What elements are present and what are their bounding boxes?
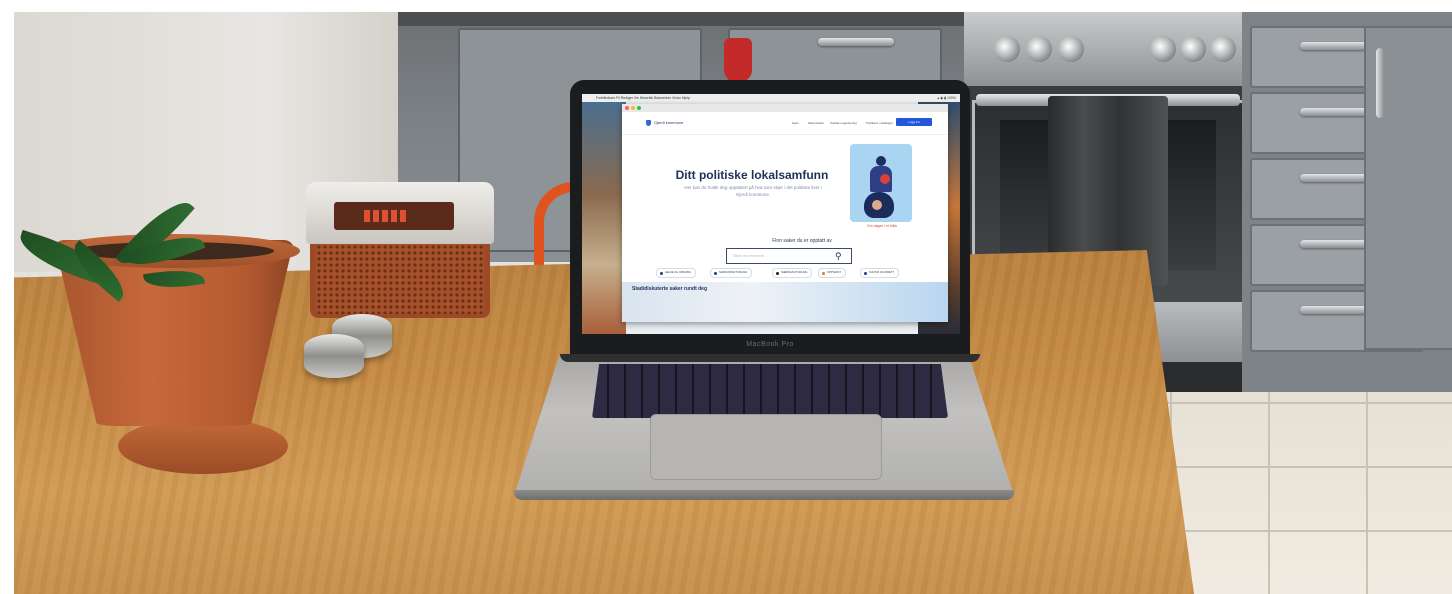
tag-label: NÆRINGSUTVIKLING (781, 271, 808, 274)
site-header: Gjerdi kommune Hjem Møter/saker Politisk… (622, 112, 948, 135)
browser-titlebar (622, 104, 948, 112)
tag-label: KULTUR OG IDRETT (869, 271, 895, 274)
menubar: Forhåndsvis Fil Rediger Vis Historikk Bo… (582, 94, 960, 102)
topic-tag[interactable]: NÆRINGSUTVIKLING (772, 268, 813, 278)
topic-tag[interactable]: HELSE OG OMSORG (656, 268, 696, 278)
search-icon[interactable]: ⚲ (835, 250, 842, 262)
tag-dot (822, 271, 825, 275)
radio-display (334, 202, 454, 230)
oven-knob (1026, 36, 1052, 62)
nav-item[interactable]: Politisk organisering (830, 119, 857, 127)
figure-head (876, 156, 886, 166)
figure-head (880, 174, 890, 184)
login-button[interactable]: Logg inn (896, 118, 932, 126)
topic-tag[interactable]: OPPVEKST (818, 268, 846, 278)
oven-knob (994, 36, 1020, 62)
oven-knob (1210, 36, 1236, 62)
hero-subtitle: Her kan du holde deg oppdatert på hva so… (684, 185, 822, 197)
laptop-hinge (560, 354, 980, 362)
oven-knob (1058, 36, 1084, 62)
radio-speaker-grille (316, 244, 484, 314)
oven-knob (1150, 36, 1176, 62)
browser-window: Gjerdi kommune Hjem Møter/saker Politisk… (622, 104, 948, 322)
metal-weight (304, 334, 364, 378)
illustration-caption[interactable]: Om dagen i et blikk (852, 224, 912, 228)
cabinet-handle (818, 38, 894, 46)
tag-label: SAMFUNNSUTVIKLING (719, 271, 748, 274)
tag-label: HELSE OG OMSORG (665, 271, 691, 274)
photo: MacBook Pro Forhåndsvis Fil Rediger Vis … (14, 12, 1452, 594)
tag-label: OPPVEKST (827, 271, 841, 274)
red-cloth (724, 38, 752, 82)
search-label: Finn saker du er opptatt av (772, 238, 832, 244)
hero-title: Ditt politiske lokalsamfunn (675, 168, 829, 182)
laptop-screen: Forhåndsvis Fil Rediger Vis Historikk Bo… (582, 94, 960, 334)
figure-head (872, 200, 882, 210)
close-icon[interactable] (625, 106, 629, 110)
nav-item[interactable]: Politikere i kataloger (866, 119, 893, 127)
search-placeholder: Skriv inn et emne ... (733, 253, 769, 258)
search-input[interactable]: Skriv inn et emne ... ⚲ (726, 248, 852, 264)
minimize-icon[interactable] (631, 106, 635, 110)
oven-knob (1180, 36, 1206, 62)
laptop-model-label: MacBook Pro (746, 341, 794, 348)
tag-dot (660, 271, 663, 275)
section-heading: Stadidiskuterte saker rundt deg (632, 286, 708, 292)
topic-tag[interactable]: KULTUR OG IDRETT (860, 268, 900, 278)
tag-dot (714, 271, 717, 275)
hero-illustration (850, 144, 912, 222)
menubar-menus[interactable]: Forhåndsvis Fil Rediger Vis Historikk Bo… (596, 94, 690, 102)
cabinet-door (1364, 26, 1452, 350)
pot-saucer (118, 418, 288, 474)
nav-item[interactable]: Hjem (792, 119, 799, 127)
tag-dot (864, 271, 867, 275)
desktop-wallpaper (582, 102, 626, 334)
maximize-icon[interactable] (637, 106, 641, 110)
laptop-trackpad (650, 414, 882, 480)
topic-tag[interactable]: SAMFUNNSUTVIKLING (710, 268, 753, 278)
laptop-base-edge (514, 490, 1014, 500)
menubar-status: ▴ ◉ ▮ 100% (937, 96, 956, 100)
site-logo[interactable]: Gjerdi kommune (654, 119, 683, 127)
laptop-keyboard (592, 364, 948, 418)
tag-dot (776, 271, 779, 275)
cabinet-handle (1376, 48, 1384, 118)
shield-icon (646, 120, 651, 126)
nav-item[interactable]: Møter/saker (808, 119, 824, 127)
